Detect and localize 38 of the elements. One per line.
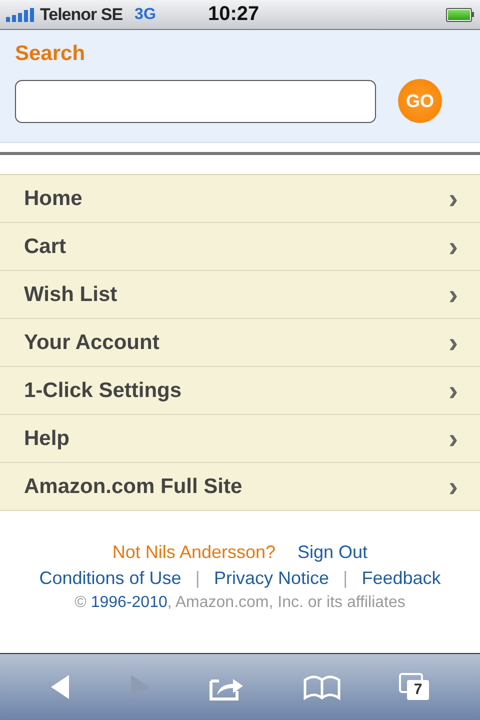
menu-item-label: Amazon.com Full Site	[24, 474, 242, 498]
footer-link[interactable]: Privacy Notice	[214, 568, 330, 589]
chevron-icon: ›	[448, 184, 458, 212]
clock-time: 10:27	[208, 3, 260, 26]
signal-icon	[6, 8, 36, 22]
menu-item-label: Cart	[24, 234, 66, 258]
chevron-icon: ›	[448, 232, 458, 260]
menu-item[interactable]: Home ›	[0, 175, 480, 223]
footer-link[interactable]: Feedback	[362, 568, 441, 589]
chevron-icon: ›	[448, 328, 458, 356]
search-label: Search	[15, 42, 86, 66]
copyright-notice: © 1996-2010, Amazon.com, Inc. or its affiliates	[74, 594, 406, 612]
chevron-icon: ›	[448, 376, 458, 404]
menu-item[interactable]: Your Account ›	[0, 319, 480, 367]
menu-item[interactable]: Wish List ›	[0, 271, 480, 319]
menu-item-label: Home	[24, 186, 82, 210]
battery-icon	[446, 8, 472, 22]
footer-link[interactable]: Conditions of Use	[39, 568, 182, 589]
menu-item-label: Your Account	[24, 330, 160, 354]
menu-item-label: 1-Click Settings	[24, 378, 182, 402]
carrier-name: Telenor SE	[40, 4, 123, 24]
menu-item-label: Help	[24, 426, 70, 450]
separator: |	[195, 568, 200, 589]
copyright-link[interactable]: 1996-2010	[90, 594, 168, 611]
sign-out-link[interactable]: Sign Out	[298, 542, 368, 563]
chevron-icon: ›	[448, 472, 458, 500]
menu-item-label: Wish List	[24, 282, 118, 306]
network-type: 3G	[134, 6, 156, 24]
search-field[interactable]	[15, 80, 376, 122]
menu-item[interactable]: Cart ›	[0, 223, 480, 271]
book-icon[interactable]	[303, 674, 341, 700]
chevron-icon: ›	[448, 424, 458, 452]
chevron-icon: ›	[448, 280, 458, 308]
separator: |	[343, 568, 348, 589]
menu-item[interactable]: Help ›	[0, 415, 480, 463]
menu-item[interactable]: 1-Click Settings ›	[0, 367, 480, 415]
menu-item[interactable]: Amazon.com Full Site ›	[0, 463, 480, 511]
back-icon[interactable]	[49, 673, 71, 701]
